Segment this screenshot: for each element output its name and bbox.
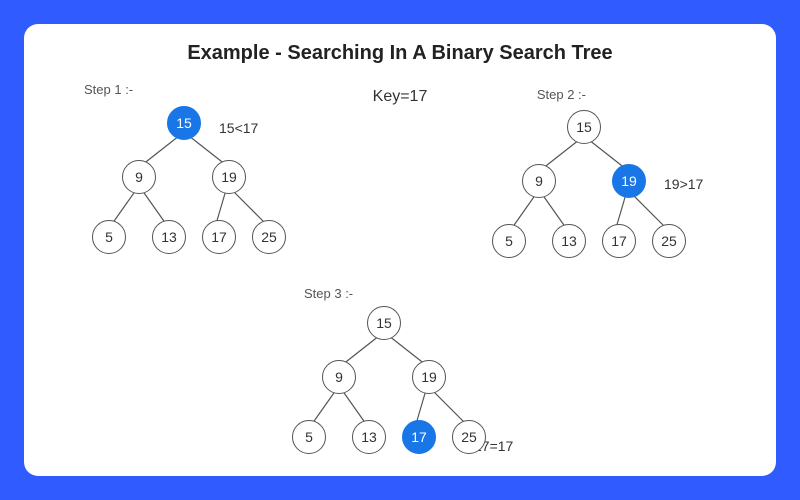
- tree-node-ll: 5: [292, 420, 326, 454]
- tree-node-l: 9: [122, 160, 156, 194]
- tree-step-1: 15 9 19 5 13 17 25: [64, 102, 304, 272]
- tree-step-3: 15 9 19 5 13 17 25: [264, 302, 504, 472]
- tree-node-r: 19: [412, 360, 446, 394]
- step-2-label: Step 2 :-: [537, 87, 586, 102]
- tree-node-ll: 5: [92, 220, 126, 254]
- tree-node-ll: 5: [492, 224, 526, 258]
- tree-node-rr: 25: [252, 220, 286, 254]
- search-key-label: Key=17: [373, 88, 428, 106]
- tree-step-2: 15 9 19 5 13 17 25: [464, 106, 704, 276]
- step-3-label: Step 3 :-: [304, 286, 353, 301]
- tree-node-root: 15: [167, 106, 201, 140]
- tree-node-lr: 13: [552, 224, 586, 258]
- tree-node-l: 9: [322, 360, 356, 394]
- tree-node-r: 19: [212, 160, 246, 194]
- tree-node-lr: 13: [152, 220, 186, 254]
- tree-node-l: 9: [522, 164, 556, 198]
- tree-node-lr: 13: [352, 420, 386, 454]
- diagram-title: Example - Searching In A Binary Search T…: [48, 42, 752, 65]
- tree-node-rl: 17: [402, 420, 436, 454]
- tree-node-rr: 25: [652, 224, 686, 258]
- tree-node-rl: 17: [602, 224, 636, 258]
- tree-node-rl: 17: [202, 220, 236, 254]
- tree-node-r: 19: [612, 164, 646, 198]
- tree-node-root: 15: [367, 306, 401, 340]
- tree-node-root: 15: [567, 110, 601, 144]
- tree-node-rr: 25: [452, 420, 486, 454]
- diagram-panel: Example - Searching In A Binary Search T…: [24, 24, 776, 476]
- step-1-label: Step 1 :-: [84, 82, 133, 97]
